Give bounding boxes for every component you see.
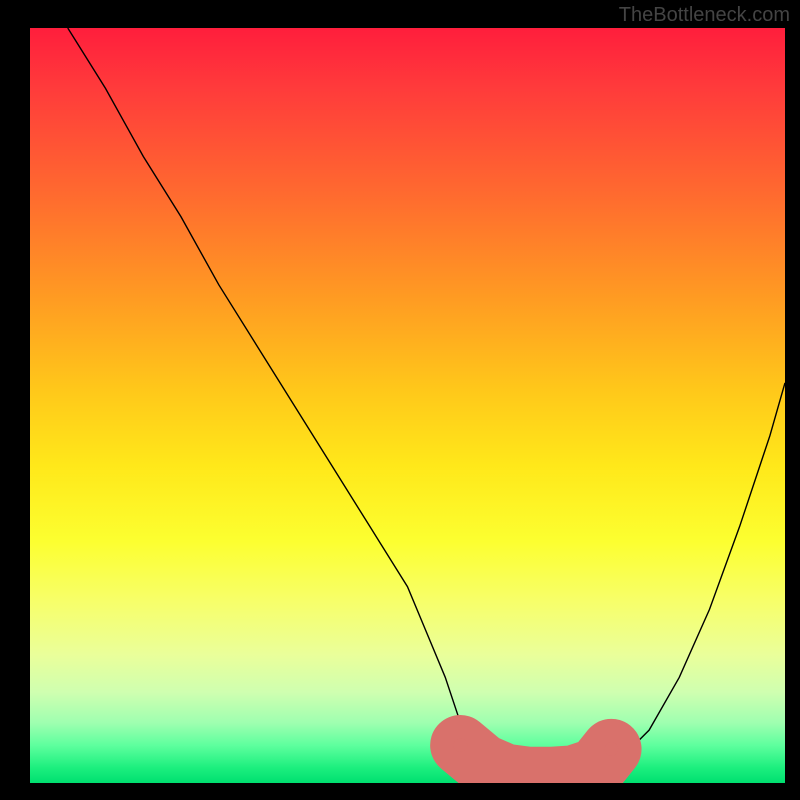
optimal-range-line [460,745,611,777]
optimal-start-dot [454,738,468,752]
bottleneck-curve [68,28,785,779]
optimal-end-dot [605,742,619,756]
chart-svg [30,28,785,783]
watermark-text: TheBottleneck.com [619,4,790,27]
plot-area [30,28,785,783]
